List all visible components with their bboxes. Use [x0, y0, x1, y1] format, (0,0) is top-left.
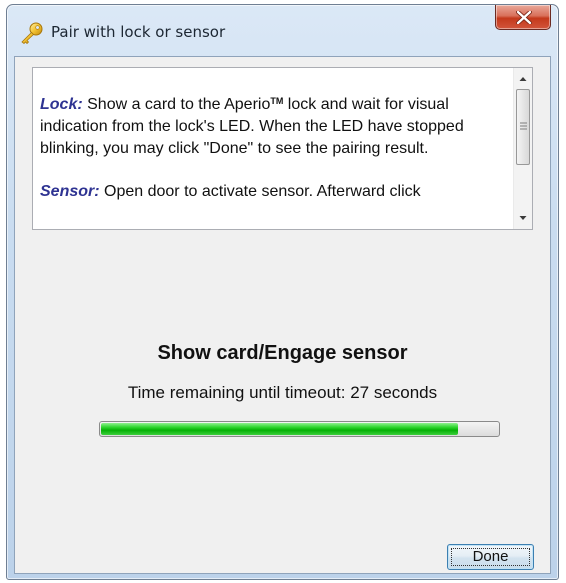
grip-icon	[520, 122, 527, 130]
sensor-instruction: Sensor: Open door to activate sensor. Af…	[40, 181, 500, 203]
done-button[interactable]: Done	[447, 544, 534, 570]
scroll-thumb[interactable]	[516, 89, 530, 165]
title-bar[interactable]: Pair with lock or sensor	[7, 5, 558, 57]
dialog-content: Lock: Show a card to the AperioTM lock a…	[14, 56, 551, 574]
instructions-text: Lock: Show a card to the AperioTM lock a…	[40, 90, 500, 224]
done-button-label: Done	[472, 548, 509, 565]
scroll-down-arrow-icon[interactable]	[514, 209, 532, 227]
status-heading: Show card/Engage sensor	[157, 342, 408, 364]
close-button[interactable]	[495, 5, 551, 30]
window-title: Pair with lock or sensor	[51, 23, 226, 41]
lock-term: Lock:	[40, 96, 83, 113]
progress-fill	[101, 423, 458, 435]
lock-text-part1: Show a card to the Aperio	[82, 96, 271, 113]
timeout-countdown: Time remaining until timeout: 27 seconds	[127, 383, 438, 402]
sensor-term: Sensor:	[40, 183, 100, 200]
scroll-up-arrow-icon[interactable]	[514, 70, 532, 88]
timeout-progress-bar	[99, 421, 500, 437]
instructions-textbox[interactable]: Lock: Show a card to the AperioTM lock a…	[32, 67, 533, 230]
sensor-text: Open door to activate sensor. Afterward …	[99, 183, 421, 200]
key-icon	[19, 22, 45, 45]
trademark-mark: TM	[270, 96, 284, 106]
lock-instruction: Lock: Show a card to the AperioTM lock a…	[40, 90, 500, 160]
close-icon	[516, 11, 532, 24]
vertical-scrollbar[interactable]	[513, 68, 532, 229]
pair-dialog-window: Pair with lock or sensor Lock: Show a ca…	[6, 4, 559, 580]
